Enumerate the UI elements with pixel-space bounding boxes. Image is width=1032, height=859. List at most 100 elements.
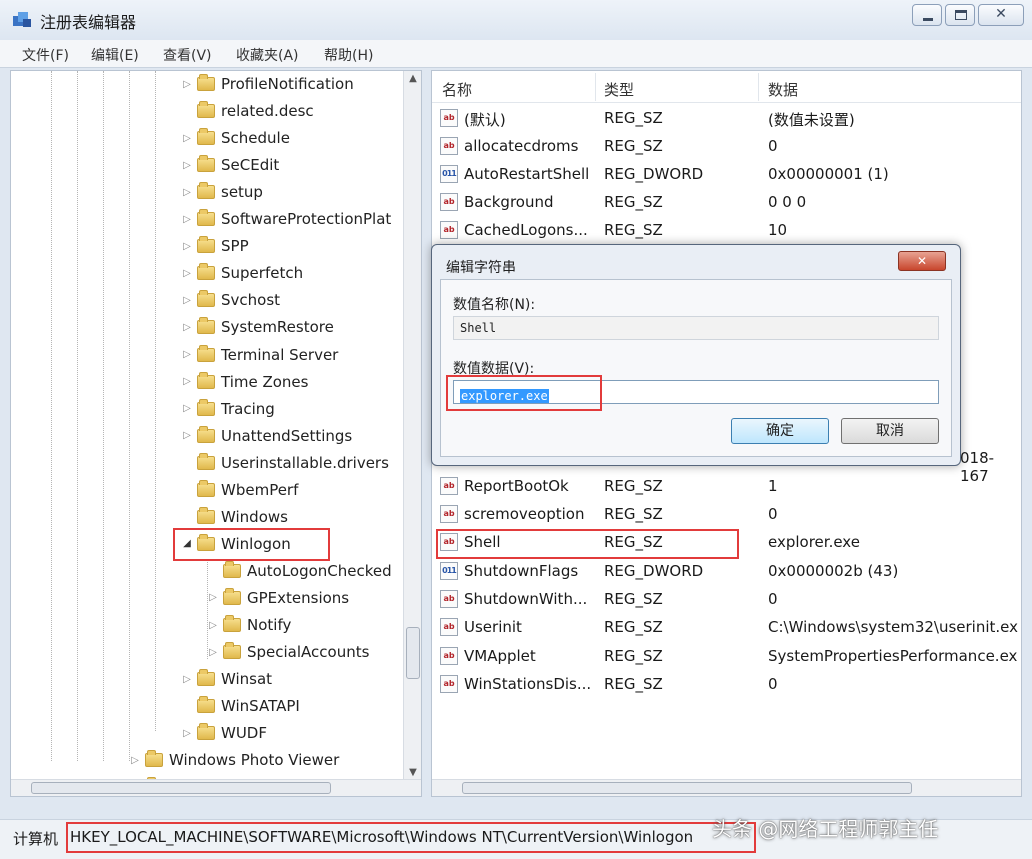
folder-icon bbox=[197, 182, 215, 200]
maximize-button[interactable] bbox=[945, 4, 975, 26]
expand-arrow-icon[interactable]: ▷ bbox=[181, 430, 193, 441]
scroll-thumb[interactable] bbox=[406, 627, 420, 679]
value-row[interactable]: 011 AutoRestartShell REG_DWORD 0x00000001 (… bbox=[432, 161, 1021, 189]
expand-arrow-icon[interactable]: ▷ bbox=[181, 268, 193, 279]
expand-arrow-icon[interactable]: ▷ bbox=[181, 133, 193, 144]
tree-item[interactable]: ▷ Winsat bbox=[181, 666, 272, 692]
expand-arrow-icon[interactable]: ▷ bbox=[181, 187, 193, 198]
tree-item[interactable]: ▷ Svchost bbox=[181, 287, 280, 313]
tree-item[interactable]: WinSATAPI bbox=[181, 693, 300, 719]
value-row[interactable]: ab ReportBootOk REG_SZ 1 bbox=[432, 473, 1021, 501]
expand-arrow-icon[interactable]: ▷ bbox=[181, 241, 193, 252]
value-name-cell: VMApplet bbox=[464, 647, 536, 665]
hscroll-thumb[interactable] bbox=[31, 782, 331, 794]
value-name-field[interactable]: Shell bbox=[453, 316, 939, 340]
value-row[interactable]: ab ShutdownWith... REG_SZ 0 bbox=[432, 586, 1021, 614]
expand-arrow-icon[interactable]: ▷ bbox=[129, 755, 141, 766]
expand-arrow-icon[interactable]: ▷ bbox=[181, 214, 193, 225]
tree-horizontal-scrollbar[interactable] bbox=[11, 779, 421, 796]
expand-arrow-icon[interactable]: ▷ bbox=[181, 322, 193, 333]
tree-item[interactable]: ▷ Superfetch bbox=[181, 260, 303, 286]
value-row[interactable]: ab WinStationsDis... REG_SZ 0 bbox=[432, 671, 1021, 699]
value-type-cell: REG_SZ bbox=[604, 675, 663, 693]
expand-arrow-icon[interactable]: ▷ bbox=[181, 403, 193, 414]
column-type-header[interactable]: 类型 bbox=[604, 79, 634, 100]
value-row[interactable]: ab VMApplet REG_SZ SystemPropertiesPerforma… bbox=[432, 643, 1021, 671]
menu-bar: 文件(F) 编辑(E) 查看(V) 收藏夹(A) 帮助(H) bbox=[0, 40, 1032, 68]
minimize-button[interactable] bbox=[912, 4, 942, 26]
tree-item[interactable]: Windows bbox=[181, 504, 288, 530]
list-horizontal-scrollbar[interactable] bbox=[432, 779, 1021, 796]
expand-arrow-icon[interactable]: ▷ bbox=[181, 376, 193, 387]
expand-arrow-icon[interactable]: ▷ bbox=[181, 728, 193, 739]
tree-item[interactable]: ▷ Time Zones bbox=[181, 369, 308, 395]
value-row[interactable]: 011 ShutdownFlags REG_DWORD 0x0000002b (43) bbox=[432, 558, 1021, 586]
expand-arrow-icon[interactable]: ▷ bbox=[181, 295, 193, 306]
column-data-header[interactable]: 数据 bbox=[768, 79, 798, 100]
folder-icon bbox=[197, 101, 215, 119]
value-row[interactable]: ab CachedLogons... REG_SZ 10 bbox=[432, 217, 1021, 245]
string-value-icon: ab bbox=[440, 675, 458, 693]
expand-arrow-icon[interactable]: ▷ bbox=[207, 620, 219, 631]
highlight-winlogon bbox=[173, 528, 330, 561]
expand-arrow-icon[interactable]: ▷ bbox=[181, 79, 193, 90]
close-button[interactable]: ✕ bbox=[978, 4, 1024, 26]
expand-arrow-icon[interactable]: ▷ bbox=[207, 647, 219, 658]
dialog-close-button[interactable]: ✕ bbox=[898, 251, 946, 271]
tree-item[interactable]: Userinstallable.drivers bbox=[181, 450, 389, 476]
tree-item[interactable]: WbemPerf bbox=[181, 477, 298, 503]
value-data-cell: 0x0000002b (43) bbox=[768, 562, 899, 580]
tree-item[interactable]: ▷ SpecialAccounts bbox=[207, 639, 369, 665]
expand-arrow-icon[interactable]: ▷ bbox=[181, 674, 193, 685]
folder-icon bbox=[197, 155, 215, 173]
column-name-header[interactable]: 名称 bbox=[442, 79, 472, 100]
tree-item[interactable]: ▷ Notify bbox=[207, 612, 291, 638]
tree-item[interactable]: ▷ SoftwareProtectionPlat bbox=[181, 206, 391, 232]
cancel-button[interactable]: 取消 bbox=[841, 418, 939, 444]
expand-arrow-icon[interactable]: ▷ bbox=[181, 160, 193, 171]
value-row[interactable]: ab scremoveoption REG_SZ 0 bbox=[432, 501, 1021, 529]
value-row[interactable]: ab (默认) REG_SZ (数值未设置) bbox=[432, 105, 1021, 133]
menu-file[interactable]: 文件(F) bbox=[22, 45, 69, 65]
tree-item-label: Schedule bbox=[221, 129, 290, 148]
dialog-title: 编辑字符串 bbox=[446, 260, 516, 276]
expand-arrow-icon[interactable]: ▷ bbox=[207, 592, 219, 603]
tree-item[interactable]: ▷ Terminal Server bbox=[181, 342, 338, 368]
column-divider[interactable] bbox=[758, 73, 759, 101]
tree-item[interactable]: ▷ SPP bbox=[181, 233, 249, 259]
string-value-icon: ab bbox=[440, 193, 458, 211]
hscroll-thumb[interactable] bbox=[462, 782, 912, 794]
tree-item[interactable]: ▷ Schedule bbox=[181, 125, 290, 151]
highlight-shell-row bbox=[436, 529, 739, 559]
scroll-down-arrow-icon[interactable]: ▼ bbox=[404, 767, 421, 778]
tree-item[interactable]: AutoLogonChecked bbox=[207, 558, 392, 584]
tree-item[interactable]: ▷ setup bbox=[181, 179, 263, 205]
scroll-up-arrow-icon[interactable]: ▲ bbox=[404, 73, 421, 84]
value-row[interactable]: ab allocatecdroms REG_SZ 0 bbox=[432, 133, 1021, 161]
tree-item[interactable]: ▷ UnattendSettings bbox=[181, 423, 352, 449]
tree-pane[interactable]: ▷ ProfileNotification related.desc ▷ Schedul… bbox=[10, 70, 422, 797]
folder-icon bbox=[197, 506, 215, 524]
tree-item[interactable]: ▷ SystemRestore bbox=[181, 314, 334, 340]
tree-item[interactable]: ▷ Tracing bbox=[181, 396, 275, 422]
column-divider[interactable] bbox=[595, 73, 596, 101]
watermark: 头条 @网络工程师郭主任 bbox=[712, 817, 939, 841]
tree-item-label: Superfetch bbox=[221, 264, 304, 283]
menu-edit[interactable]: 编辑(E) bbox=[91, 45, 139, 65]
expand-arrow-icon[interactable]: ▷ bbox=[181, 349, 193, 360]
tree-item[interactable]: ▷ WUDF bbox=[181, 720, 267, 746]
value-row[interactable]: ab Userinit REG_SZ C:\Windows\system32\user… bbox=[432, 614, 1021, 642]
value-data-cell: 0 bbox=[768, 590, 778, 608]
tree-item[interactable]: related.desc bbox=[181, 98, 314, 124]
menu-view[interactable]: 查看(V) bbox=[163, 45, 212, 65]
tree-item[interactable]: ▷ SeCEdit bbox=[181, 152, 279, 178]
value-row[interactable]: ab Background REG_SZ 0 0 0 bbox=[432, 189, 1021, 217]
menu-favorites[interactable]: 收藏夹(A) bbox=[236, 45, 299, 65]
tree-item[interactable]: ▷ ProfileNotification bbox=[181, 71, 354, 97]
menu-help[interactable]: 帮助(H) bbox=[324, 45, 373, 65]
tree-item-label: ProfileNotification bbox=[221, 75, 354, 93]
tree-item[interactable]: ▷ Windows Photo Viewer bbox=[129, 747, 339, 773]
tree-item[interactable]: ▷ GPExtensions bbox=[207, 585, 349, 611]
tree-vertical-scrollbar[interactable]: ▲ ▼ bbox=[403, 71, 421, 781]
ok-button[interactable]: 确定 bbox=[731, 418, 829, 444]
